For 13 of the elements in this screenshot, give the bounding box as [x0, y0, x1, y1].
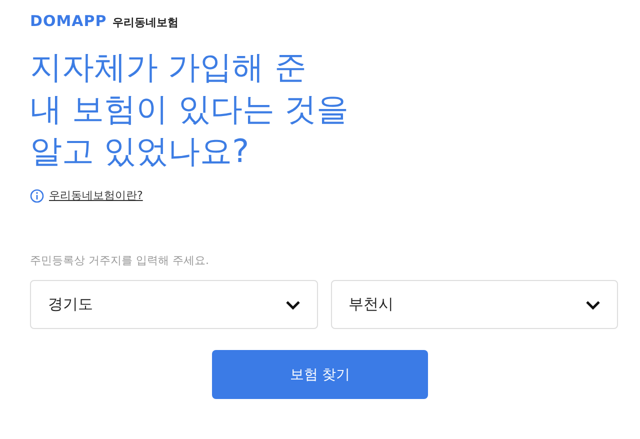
headline-line: 지자체가 가입해 준 — [30, 47, 308, 88]
region-select[interactable]: 경기도 — [30, 280, 318, 329]
chevron-down-icon — [284, 300, 300, 310]
find-insurance-button[interactable]: 보험 찾기 — [212, 350, 428, 399]
headline-line: 알고 있었나요? — [30, 131, 250, 172]
info-link[interactable]: 우리동네보험이란? — [49, 188, 143, 203]
service-name: 우리동네보험 — [112, 15, 179, 30]
brand-logo: DOMAPP — [30, 12, 107, 30]
region-select[interactable]: 부천시 — [330, 280, 618, 329]
headline-line: 내 보험이 있다는 것을 — [30, 89, 350, 130]
info-icon — [30, 188, 44, 202]
address-hint: 주민등록상 거주지를 입력해 주세요. — [30, 253, 210, 268]
chevron-down-icon — [585, 300, 601, 310]
